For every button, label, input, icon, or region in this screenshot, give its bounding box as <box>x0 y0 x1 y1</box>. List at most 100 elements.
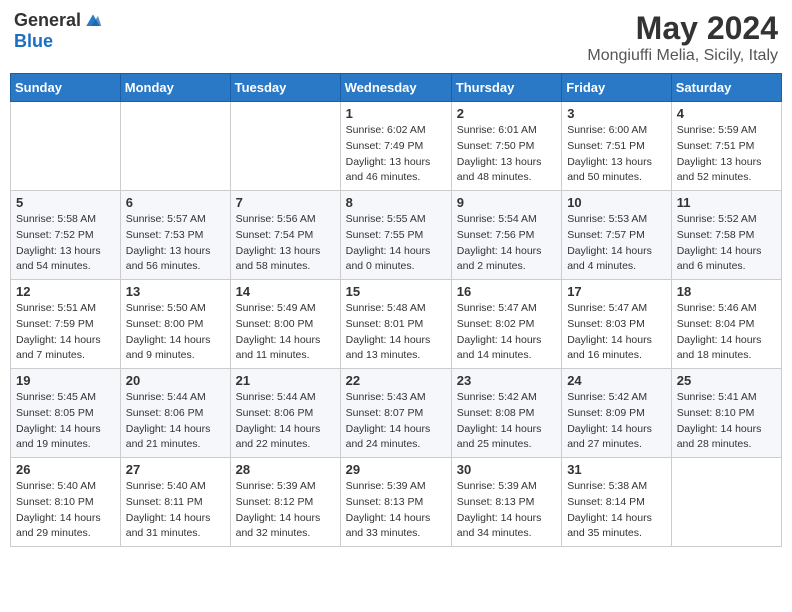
day-info: Sunrise: 5:48 AM Sunset: 8:01 PM Dayligh… <box>346 301 446 364</box>
day-number: 6 <box>126 195 225 210</box>
calendar-header-monday: Monday <box>120 74 230 102</box>
calendar-cell: 29Sunrise: 5:39 AM Sunset: 8:13 PM Dayli… <box>340 458 451 547</box>
calendar-cell: 21 Sunrise: 5:44 AM Sunset: 8:06 PM Dayli… <box>230 369 340 458</box>
day-number: 10 <box>567 195 666 210</box>
day-info: Sunrise: 6:02 AM Sunset: 7:49 PM Dayligh… <box>346 123 446 186</box>
day-number: 18 <box>677 284 776 299</box>
day-number: 14 <box>236 284 335 299</box>
day-number: 27 <box>126 462 225 477</box>
calendar-cell <box>120 102 230 191</box>
day-number: 1 <box>346 106 446 121</box>
logo-icon <box>83 11 103 31</box>
calendar-week-row: 12 Sunrise: 5:51 AM Sunset: 7:59 PM Dayli… <box>11 280 782 369</box>
day-number: 7 <box>236 195 335 210</box>
day-info: Sunrise: 5:57 AM Sunset: 7:53 PM Dayligh… <box>126 212 225 275</box>
calendar-cell: 28 Sunrise: 5:39 AM Sunset: 8:12 PM Dayli… <box>230 458 340 547</box>
day-number: 8 <box>346 195 446 210</box>
calendar-cell: 5 Sunrise: 5:58 AM Sunset: 7:52 PM Daylig… <box>11 191 121 280</box>
day-info: Sunrise: 5:44 AM Sunset: 8:06 PM Dayligh… <box>236 390 335 453</box>
day-number: 9 <box>457 195 556 210</box>
calendar-cell: 12 Sunrise: 5:51 AM Sunset: 7:59 PM Dayli… <box>11 280 121 369</box>
calendar-cell: 17 Sunrise: 5:47 AM Sunset: 8:03 PM Dayli… <box>562 280 672 369</box>
calendar-cell: 31 Sunrise: 5:38 AM Sunset: 8:14 PM Dayli… <box>562 458 672 547</box>
day-number: 17 <box>567 284 666 299</box>
calendar-cell: 7 Sunrise: 5:56 AM Sunset: 7:54 PM Daylig… <box>230 191 340 280</box>
logo: General Blue <box>14 10 103 52</box>
day-number: 13 <box>126 284 225 299</box>
calendar-cell: 25Sunrise: 5:41 AM Sunset: 8:10 PM Dayli… <box>671 369 781 458</box>
calendar-cell: 2Sunrise: 6:01 AM Sunset: 7:50 PM Daylig… <box>451 102 561 191</box>
day-info: Sunrise: 5:58 AM Sunset: 7:52 PM Dayligh… <box>16 212 115 275</box>
calendar-cell: 13 Sunrise: 5:50 AM Sunset: 8:00 PM Dayli… <box>120 280 230 369</box>
day-info: Sunrise: 6:00 AM Sunset: 7:51 PM Dayligh… <box>567 123 666 186</box>
day-number: 3 <box>567 106 666 121</box>
day-info: Sunrise: 5:39 AM Sunset: 8:12 PM Dayligh… <box>236 479 335 542</box>
calendar-header-saturday: Saturday <box>671 74 781 102</box>
day-info: Sunrise: 5:45 AM Sunset: 8:05 PM Dayligh… <box>16 390 115 453</box>
day-number: 22 <box>346 373 446 388</box>
day-info: Sunrise: 5:53 AM Sunset: 7:57 PM Dayligh… <box>567 212 666 275</box>
day-info: Sunrise: 5:47 AM Sunset: 8:03 PM Dayligh… <box>567 301 666 364</box>
calendar-cell: 16Sunrise: 5:47 AM Sunset: 8:02 PM Dayli… <box>451 280 561 369</box>
calendar-header-friday: Friday <box>562 74 672 102</box>
calendar-cell: 6 Sunrise: 5:57 AM Sunset: 7:53 PM Daylig… <box>120 191 230 280</box>
day-number: 31 <box>567 462 666 477</box>
day-info: Sunrise: 5:54 AM Sunset: 7:56 PM Dayligh… <box>457 212 556 275</box>
day-number: 11 <box>677 195 776 210</box>
day-number: 28 <box>236 462 335 477</box>
calendar-cell: 9 Sunrise: 5:54 AM Sunset: 7:56 PM Daylig… <box>451 191 561 280</box>
day-info: Sunrise: 6:01 AM Sunset: 7:50 PM Dayligh… <box>457 123 556 186</box>
calendar-table: SundayMondayTuesdayWednesdayThursdayFrid… <box>10 73 782 547</box>
calendar-header-thursday: Thursday <box>451 74 561 102</box>
day-number: 29 <box>346 462 446 477</box>
day-info: Sunrise: 5:38 AM Sunset: 8:14 PM Dayligh… <box>567 479 666 542</box>
page-header: General Blue May 2024 Mongiuffi Melia, S… <box>10 10 782 65</box>
calendar-cell: 23Sunrise: 5:42 AM Sunset: 8:08 PM Dayli… <box>451 369 561 458</box>
calendar-cell: 3 Sunrise: 6:00 AM Sunset: 7:51 PM Daylig… <box>562 102 672 191</box>
calendar-cell: 4Sunrise: 5:59 AM Sunset: 7:51 PM Daylig… <box>671 102 781 191</box>
day-number: 30 <box>457 462 556 477</box>
day-number: 21 <box>236 373 335 388</box>
month-title: May 2024 <box>587 10 778 47</box>
logo-blue-text: Blue <box>14 31 53 52</box>
calendar-cell: 15 Sunrise: 5:48 AM Sunset: 8:01 PM Dayli… <box>340 280 451 369</box>
calendar-cell: 10 Sunrise: 5:53 AM Sunset: 7:57 PM Dayli… <box>562 191 672 280</box>
day-number: 26 <box>16 462 115 477</box>
calendar-header-tuesday: Tuesday <box>230 74 340 102</box>
calendar-week-row: 19 Sunrise: 5:45 AM Sunset: 8:05 PM Dayli… <box>11 369 782 458</box>
calendar-week-row: 26 Sunrise: 5:40 AM Sunset: 8:10 PM Dayli… <box>11 458 782 547</box>
day-number: 19 <box>16 373 115 388</box>
calendar-cell: 24 Sunrise: 5:42 AM Sunset: 8:09 PM Dayli… <box>562 369 672 458</box>
day-info: Sunrise: 5:42 AM Sunset: 8:09 PM Dayligh… <box>567 390 666 453</box>
calendar-week-row: 5 Sunrise: 5:58 AM Sunset: 7:52 PM Daylig… <box>11 191 782 280</box>
day-info: Sunrise: 5:59 AM Sunset: 7:51 PM Dayligh… <box>677 123 776 186</box>
day-info: Sunrise: 5:49 AM Sunset: 8:00 PM Dayligh… <box>236 301 335 364</box>
day-number: 20 <box>126 373 225 388</box>
day-info: Sunrise: 5:43 AM Sunset: 8:07 PM Dayligh… <box>346 390 446 453</box>
calendar-cell: 26 Sunrise: 5:40 AM Sunset: 8:10 PM Dayli… <box>11 458 121 547</box>
calendar-cell: 27Sunrise: 5:40 AM Sunset: 8:11 PM Dayli… <box>120 458 230 547</box>
day-info: Sunrise: 5:44 AM Sunset: 8:06 PM Dayligh… <box>126 390 225 453</box>
day-number: 24 <box>567 373 666 388</box>
calendar-cell: 1 Sunrise: 6:02 AM Sunset: 7:49 PM Daylig… <box>340 102 451 191</box>
day-number: 12 <box>16 284 115 299</box>
calendar-cell: 18Sunrise: 5:46 AM Sunset: 8:04 PM Dayli… <box>671 280 781 369</box>
day-info: Sunrise: 5:40 AM Sunset: 8:10 PM Dayligh… <box>16 479 115 542</box>
calendar-week-row: 1 Sunrise: 6:02 AM Sunset: 7:49 PM Daylig… <box>11 102 782 191</box>
location-text: Mongiuffi Melia, Sicily, Italy <box>587 47 778 65</box>
calendar-cell: 19 Sunrise: 5:45 AM Sunset: 8:05 PM Dayli… <box>11 369 121 458</box>
calendar-cell: 30 Sunrise: 5:39 AM Sunset: 8:13 PM Dayli… <box>451 458 561 547</box>
calendar-cell: 20 Sunrise: 5:44 AM Sunset: 8:06 PM Dayli… <box>120 369 230 458</box>
day-info: Sunrise: 5:51 AM Sunset: 7:59 PM Dayligh… <box>16 301 115 364</box>
day-info: Sunrise: 5:56 AM Sunset: 7:54 PM Dayligh… <box>236 212 335 275</box>
day-number: 5 <box>16 195 115 210</box>
day-info: Sunrise: 5:39 AM Sunset: 8:13 PM Dayligh… <box>457 479 556 542</box>
day-info: Sunrise: 5:52 AM Sunset: 7:58 PM Dayligh… <box>677 212 776 275</box>
day-info: Sunrise: 5:50 AM Sunset: 8:00 PM Dayligh… <box>126 301 225 364</box>
calendar-cell <box>671 458 781 547</box>
day-number: 23 <box>457 373 556 388</box>
title-section: May 2024 Mongiuffi Melia, Sicily, Italy <box>587 10 778 65</box>
day-number: 15 <box>346 284 446 299</box>
calendar-header-wednesday: Wednesday <box>340 74 451 102</box>
calendar-header-row: SundayMondayTuesdayWednesdayThursdayFrid… <box>11 74 782 102</box>
